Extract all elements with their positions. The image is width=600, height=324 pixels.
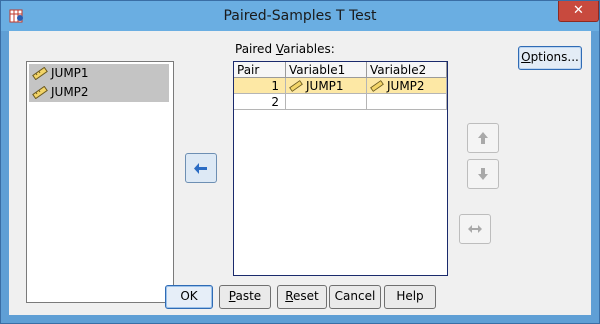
variable2-cell[interactable]: JUMP2 [367, 78, 447, 94]
move-variable-button[interactable] [185, 153, 217, 183]
source-variable-label: JUMP2 [51, 85, 89, 99]
window-title: Paired-Samples T Test [223, 8, 377, 24]
ruler-icon [370, 80, 384, 92]
variable1-value: JUMP1 [306, 79, 344, 93]
arrow-up-icon [478, 132, 488, 144]
paired-variables-label: Paired Variables: [235, 42, 335, 56]
ok-button[interactable]: OK [165, 285, 213, 309]
arrow-left-icon [194, 160, 207, 174]
reset-button[interactable]: Reset [277, 285, 327, 309]
ruler-icon [32, 67, 48, 80]
swap-variables-button[interactable] [459, 214, 491, 244]
move-up-button[interactable] [467, 123, 499, 153]
dialog-body: JUMP1 JUMP2 Paired Variables: Pair Varia… [9, 31, 591, 315]
ruler-icon [32, 86, 48, 99]
close-button[interactable]: ✕ [558, 1, 599, 22]
variable1-cell[interactable]: JUMP1 [286, 78, 367, 94]
pair-number-cell[interactable]: 2 [234, 94, 286, 110]
paired-variables-grid[interactable]: Pair Variable1 Variable2 1 JUMP1 JUMP2 2 [233, 61, 448, 276]
arrow-down-icon [478, 168, 488, 180]
options-button[interactable]: Options... [518, 46, 582, 70]
variable2-cell[interactable] [367, 94, 447, 110]
variable1-cell[interactable] [286, 94, 367, 110]
title-bar: Paired-Samples T Test ✕ [1, 1, 599, 31]
swap-arrows-icon [468, 225, 482, 233]
source-variable-item[interactable]: JUMP2 [29, 83, 169, 102]
ruler-icon [289, 80, 303, 92]
column-header-variable1: Variable1 [286, 62, 367, 78]
column-header-pair: Pair [234, 62, 286, 78]
source-variable-label: JUMP1 [51, 66, 89, 80]
column-header-variable2: Variable2 [367, 62, 447, 78]
move-down-button[interactable] [467, 159, 499, 189]
help-button[interactable]: Help [384, 285, 436, 309]
cancel-button[interactable]: Cancel [329, 285, 381, 309]
source-variable-list[interactable]: JUMP1 JUMP2 [26, 61, 174, 303]
pair-number-cell[interactable]: 1 [234, 78, 286, 94]
dialog-window: Paired-Samples T Test ✕ JUMP1 JUMP2 Pair… [0, 0, 600, 324]
paste-button[interactable]: Paste [219, 285, 271, 309]
source-variable-item[interactable]: JUMP1 [29, 64, 169, 83]
variable2-value: JUMP2 [387, 79, 425, 93]
